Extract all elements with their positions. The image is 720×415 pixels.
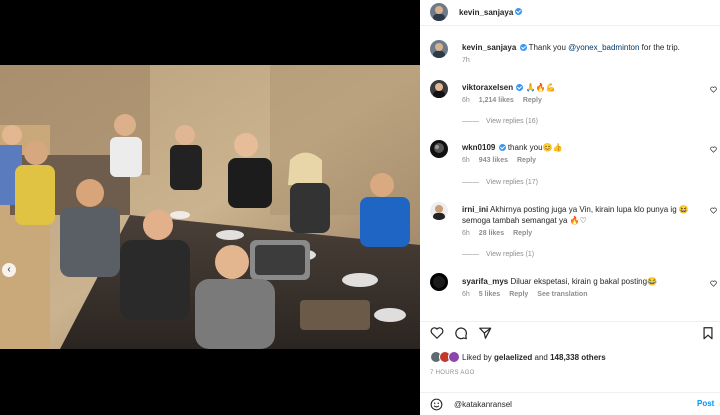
comment-username[interactable]: irni_ini (462, 205, 488, 214)
caption-meta: 7h (462, 57, 470, 64)
caption-text: Thank you (528, 43, 569, 52)
author-avatar[interactable] (430, 3, 448, 21)
share-icon[interactable] (478, 326, 492, 340)
comment-username[interactable]: viktoraxelsen (462, 83, 513, 92)
comment-text: Akhirnya posting juga ya Vin, kirain lup… (462, 205, 689, 225)
post-header: kevin_sanjaya (420, 0, 720, 26)
add-comment-bar: Post (420, 392, 720, 415)
reply-button[interactable]: Reply (517, 157, 536, 164)
comment-meta: 6h 28 likes Reply (462, 230, 532, 237)
comment-time: 6h (462, 97, 470, 104)
likes-prefix: Liked by (462, 352, 492, 362)
heart-icon[interactable] (710, 86, 717, 93)
caption-text-end: for the trip. (639, 43, 680, 52)
comment-likes[interactable]: 1,214 likes (479, 97, 514, 104)
save-icon[interactable] (701, 326, 715, 340)
comment-likes[interactable]: 943 likes (479, 157, 508, 164)
comment-text: Diluar ekspetasi, kirain g bakal posting… (510, 277, 657, 286)
liker-username[interactable]: gelaelized (494, 353, 532, 362)
post-timestamp: 7 HOURS AGO (430, 370, 475, 376)
comment-item: syarifa_mys Diluar ekspetasi, kirain g b… (462, 276, 702, 287)
comment-input[interactable] (454, 397, 674, 411)
verified-icon (516, 84, 524, 91)
view-replies-button[interactable]: View replies (16) (462, 118, 538, 125)
post-sidebar: kevin_sanjaya kevin_sanjaya Thank you @y… (420, 0, 720, 415)
comment-meta: 6h 1,214 likes Reply (462, 97, 542, 104)
view-replies-label[interactable]: View replies (16) (486, 118, 538, 125)
caption-avatar[interactable] (430, 40, 448, 58)
chevron-left-icon[interactable]: ‹ (2, 263, 16, 277)
liker-avatars[interactable] (430, 351, 462, 363)
reply-button[interactable]: Reply (509, 291, 528, 298)
post-caption: kevin_sanjaya Thank you @yonex_badminton… (462, 42, 702, 53)
likes-summary: Liked by gelaelized and 148,338 others (430, 351, 606, 363)
comment-avatar[interactable] (430, 273, 448, 291)
view-replies-label[interactable]: View replies (1) (486, 251, 534, 258)
likes-count[interactable]: 148,338 others (550, 353, 606, 362)
view-replies-button[interactable]: View replies (1) (462, 251, 534, 258)
see-translation-button[interactable]: See translation (537, 291, 587, 298)
comment-icon[interactable] (454, 326, 468, 340)
heart-icon[interactable] (430, 326, 444, 340)
post-photo[interactable]: ‹ (0, 65, 420, 349)
comment-meta: 6h 5 likes Reply See translation (462, 291, 587, 298)
caption-time: 7h (462, 57, 470, 64)
heart-icon[interactable] (710, 207, 717, 214)
comment-avatar[interactable] (430, 80, 448, 98)
verified-icon (515, 8, 522, 15)
emoji-icon[interactable] (430, 398, 443, 411)
heart-icon[interactable] (710, 146, 717, 153)
comment-likes[interactable]: 5 likes (479, 291, 500, 298)
comment-text: 🙏🔥💪 (525, 83, 556, 92)
comment-likes[interactable]: 28 likes (479, 230, 504, 237)
comment-item: wkn0109 thank you😊👍 (462, 142, 702, 153)
comment-avatar[interactable] (430, 140, 448, 158)
comment-item: viktoraxelsen 🙏🔥💪 (462, 82, 702, 93)
verified-icon (498, 144, 506, 151)
action-bar (420, 321, 720, 341)
reply-button[interactable]: Reply (523, 97, 542, 104)
replies-divider (462, 121, 479, 122)
comment-time: 6h (462, 291, 470, 298)
comment-time: 6h (462, 230, 470, 237)
comment-avatar[interactable] (430, 202, 448, 220)
comment-meta: 6h 943 likes Reply (462, 157, 536, 164)
view-replies-label[interactable]: View replies (17) (486, 179, 538, 186)
verified-icon (519, 44, 527, 51)
comment-username[interactable]: syarifa_mys (462, 277, 508, 286)
comment-username[interactable]: wkn0109 (462, 143, 495, 152)
reply-button[interactable]: Reply (513, 230, 532, 237)
caption-username[interactable]: kevin_sanjaya (462, 43, 516, 52)
replies-divider (462, 254, 479, 255)
likes-mid: and (534, 352, 548, 362)
post-media: ‹ (0, 0, 420, 415)
view-replies-button[interactable]: View replies (17) (462, 179, 538, 186)
caption-mention[interactable]: @yonex_badminton (568, 43, 639, 52)
comment-time: 6h (462, 157, 470, 164)
comment-item: irni_ini Akhirnya posting juga ya Vin, k… (462, 204, 702, 226)
post-button[interactable]: Post (697, 399, 714, 408)
comment-text: thank you😊👍 (507, 143, 563, 152)
heart-icon[interactable] (710, 280, 717, 287)
replies-divider (462, 182, 479, 183)
author-username[interactable]: kevin_sanjaya (459, 8, 513, 17)
